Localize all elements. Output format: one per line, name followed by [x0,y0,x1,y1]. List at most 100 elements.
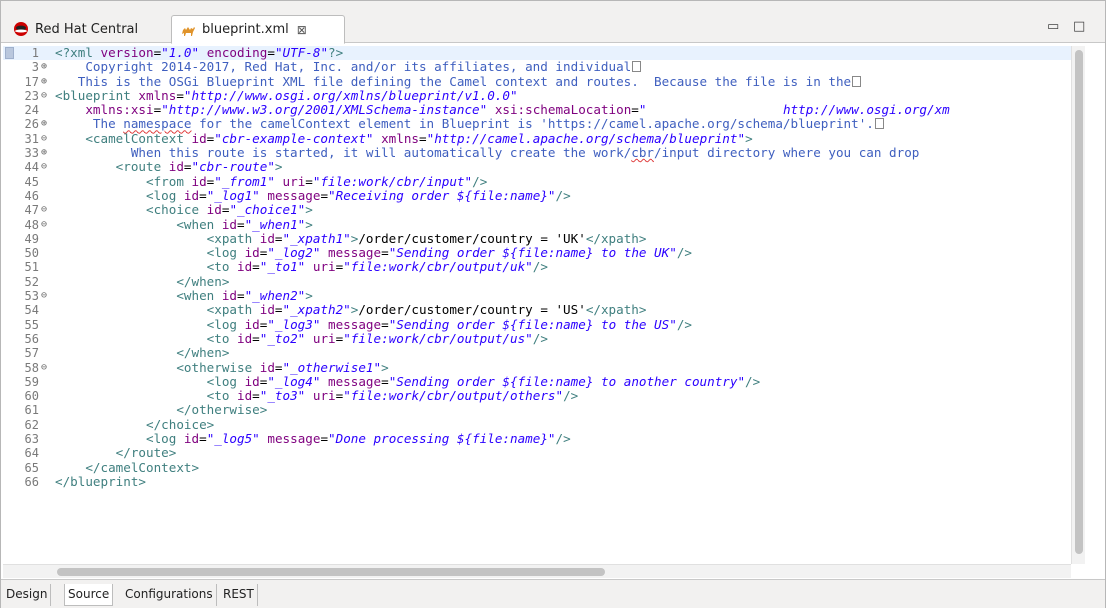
code-line[interactable]: 24 xmlns:xsi = "http://www.w3.org/2001/XML… [3,102,1071,118]
code-token: </xpath> [585,230,647,246]
collapse-fold-icon[interactable]: ⊖ [41,218,47,232]
code-line[interactable]: 52 </when> [3,274,1071,289]
code-line[interactable]: 57 </when> [3,346,1071,361]
tab-design[interactable]: Design [3,584,52,606]
code-token: The [55,116,124,132]
code-text: </route> [55,446,177,460]
code-text: <to id="_to2" uri="file:work/cbr/output/… [55,331,548,346]
code-line[interactable]: 55 <log id="_log3" message="Sending orde… [3,316,1071,332]
line-gutter: 49 [3,232,53,246]
code-token: <from [146,173,192,189]
code-token: /> [532,259,548,275]
line-gutter: 65 [3,461,53,475]
code-line[interactable]: 17 ⊕ This is the OSGi Blueprint XML file … [3,74,1071,89]
tab-label: blueprint.xml [202,22,289,37]
code-text: <xpath id="_xpath1">/order/customer/coun… [55,230,647,246]
code-line[interactable]: 31 ⊖ <camelContext id = "cbr-example-contex… [3,131,1071,146]
code-line[interactable]: 66 </blueprint> [3,474,1071,489]
tab-configurations[interactable]: Configurations [122,584,217,606]
code-token: > [305,288,313,304]
code-line[interactable]: 49 <xpath id="_xpath1">/order/customer/c… [3,230,1071,246]
collapse-fold-icon[interactable]: ⊖ [41,289,47,303]
source-editor[interactable]: 1 <?xml version="1.0" encoding="UTF-8"?> 3… [3,44,1087,564]
code-line[interactable]: 59 <log id="_log4" message="Sending orde… [3,374,1071,389]
code-line[interactable]: 44 ⊖ <route id="cbr-route"> [3,159,1071,175]
code-line[interactable]: 58 ⊖ <otherwise id="_otherwise1"> [3,360,1071,375]
editor-mode-tabs: Design Source Configurations REST [1,579,1105,608]
code-text: </camelContext> [55,460,199,475]
collapse-fold-icon[interactable]: ⊖ [41,160,47,174]
collapse-fold-icon[interactable]: ⊖ [41,361,47,375]
horizontal-scroll-thumb[interactable] [57,568,605,576]
code-line[interactable]: 54 <xpath id="_xpath2">/order/customer/c… [3,302,1071,318]
code-token: /order/customer/country = 'US' [358,302,586,318]
code-token: <route [115,159,169,175]
expand-fold-icon[interactable]: ⊕ [41,75,47,89]
code-text: </otherwise> [55,403,267,417]
collapse-fold-icon[interactable]: ⊖ [41,203,47,217]
code-text: <log id="_log5" message="Done processing… [55,431,571,446]
code-line[interactable]: 45 <from id="_from1" uri="file:work/cbr/… [3,173,1071,189]
vertical-scroll-thumb[interactable] [1075,50,1083,554]
code-line[interactable]: 62 </choice> [3,417,1071,432]
code-token: id [259,230,275,246]
minimize-icon[interactable]: ▭ [1047,19,1059,34]
code-line[interactable]: 53 ⊖ <when id="_when2"> [3,288,1071,304]
code-text: <log id="_log4" message="Sending order $… [55,374,761,389]
collapse-fold-icon[interactable]: ⊖ [41,132,47,146]
code-line[interactable]: 48 ⊖ <when id="_when1"> [3,217,1071,232]
code-line[interactable]: 63 <log id="_log5" message="Done process… [3,431,1071,446]
code-line[interactable]: 56 <to id="_to2" uri="file:work/cbr/outp… [3,331,1071,346]
line-number: 54 [24,303,39,318]
code-text: This is the OSGi Blueprint XML file defi… [55,74,862,89]
code-token: /> [676,316,692,332]
code-line[interactable]: 47 ⊖ <choice id="_choice1"> [3,202,1071,218]
code-line[interactable]: 46 <log id="_log1" message="Receiving or… [3,187,1071,203]
code-line[interactable]: 1 <?xml version="1.0" encoding="UTF-8"?> [3,45,1071,61]
close-icon[interactable]: ⊠ [297,23,307,37]
expand-fold-icon[interactable]: ⊕ [41,146,47,160]
expand-fold-icon[interactable]: ⊕ [41,117,47,131]
code-token: "_choice1" [229,202,306,218]
code-line[interactable]: 26 ⊕ The namespace for the camelContext e… [3,117,1071,131]
code-line[interactable]: 23 ⊖ <blueprint xmlns="http://www.osgi.org… [3,88,1071,103]
tab-rest[interactable]: REST [220,584,258,606]
line-number: 31 [24,131,39,146]
code-token: /> [563,388,579,404]
code-line[interactable]: 65 </camelContext> [3,460,1071,475]
code-line[interactable]: 64 </route> [3,446,1071,461]
code-line[interactable]: 3 ⊕ Copyright 2014-2017, Red Hat, Inc. an… [3,60,1071,74]
collapse-fold-icon[interactable]: ⊖ [41,89,47,103]
code-token: id [221,288,237,304]
code-token: </xpath> [585,302,647,318]
code-line[interactable]: 51 <to id="_to1" uri="file:work/cbr/outp… [3,259,1071,275]
folded-comment-icon[interactable] [632,61,642,73]
code-line[interactable]: 50 <log id="_log2" message="Sending orde… [3,245,1071,261]
code-token: "http://www.w3.org/2001/XMLSchema-instan… [161,102,488,118]
code-token: "Receiving order ${file:name}" [328,187,556,203]
expand-fold-icon[interactable]: ⊕ [41,60,47,74]
code-token: = [237,288,245,304]
maximize-icon[interactable]: □ [1073,19,1085,34]
tab-blueprint-xml[interactable]: blueprint.xml ⊠ [171,15,345,44]
code-line[interactable]: 33 ⊕ When this route is started, it will … [3,145,1071,160]
horizontal-scrollbar[interactable] [3,564,1071,578]
code-text: <log id="_log3" message="Sending order $… [55,316,692,332]
tab-red-hat-central[interactable]: Red Hat Central [9,15,169,43]
folded-comment-icon[interactable] [874,118,884,130]
line-number: 62 [24,417,39,432]
line-number: 55 [24,317,39,332]
line-number: 51 [24,260,39,275]
vertical-scrollbar[interactable] [1071,46,1085,564]
folded-comment-icon[interactable] [852,75,862,87]
code-token: <to [206,388,237,404]
code-line[interactable]: 60 <to id="_to3" uri="file:work/cbr/outp… [3,388,1071,404]
tab-source[interactable]: Source [64,584,114,606]
code-token: <log [206,245,245,261]
code-line[interactable]: 61 </otherwise> [3,403,1071,418]
